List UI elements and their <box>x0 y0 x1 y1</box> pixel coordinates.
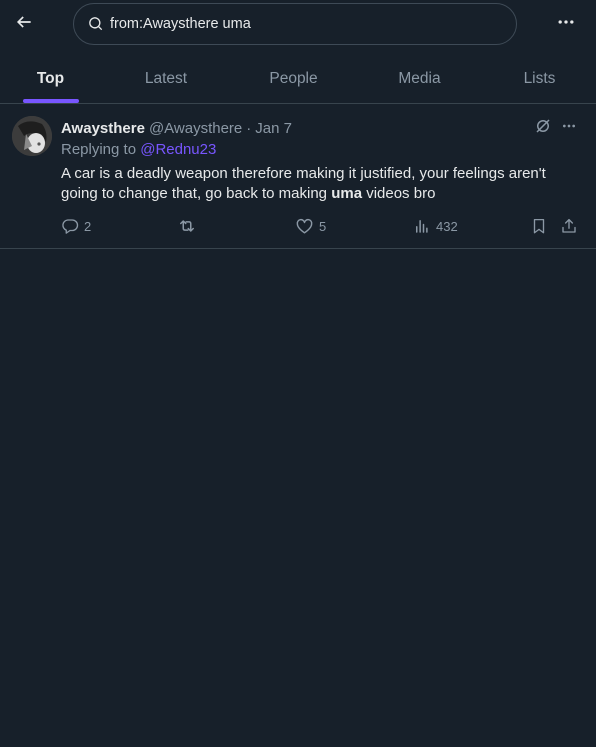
tweet-header: Awaysthere @Awaysthere · Jan 7 <box>61 118 292 138</box>
bookmark-icon <box>530 217 548 235</box>
more-horizontal-icon <box>556 12 576 37</box>
tweet-date[interactable]: Jan 7 <box>255 120 292 137</box>
tab-label: Latest <box>144 70 188 87</box>
tab-label: People <box>269 70 318 87</box>
share-icon <box>560 217 578 235</box>
tab-label: Media <box>398 70 441 87</box>
tab-media[interactable]: Media <box>356 55 483 103</box>
tab-label: Lists <box>523 70 556 87</box>
more-options-button[interactable] <box>550 8 582 40</box>
like-count: 5 <box>319 218 327 234</box>
tab-people[interactable]: People <box>231 55 356 103</box>
bookmark-button[interactable] <box>530 215 548 237</box>
reply-button[interactable]: 2 <box>61 215 91 237</box>
reply-icon <box>61 217 79 235</box>
separator: · <box>246 119 252 137</box>
user-handle[interactable]: @Awaysthere <box>149 120 242 137</box>
retweet-icon <box>177 216 197 236</box>
tweet-text: A car is a deadly weapon therefore makin… <box>61 164 581 204</box>
grok-button[interactable] <box>533 118 553 138</box>
grok-icon <box>534 117 552 140</box>
views-count: 432 <box>436 218 458 234</box>
arrow-left-icon <box>14 12 34 37</box>
tweet-more-button[interactable] <box>558 118 580 138</box>
like-button[interactable]: 5 <box>295 215 326 237</box>
tweet-actions: 2 5 432 <box>61 215 585 237</box>
tab-latest[interactable]: Latest <box>101 55 231 103</box>
heart-icon <box>295 217 314 236</box>
search-input[interactable] <box>110 16 490 32</box>
display-name[interactable]: Awaysthere <box>61 120 145 137</box>
tab-label: Top <box>36 70 65 87</box>
share-button[interactable] <box>560 215 578 237</box>
more-horizontal-icon <box>561 118 577 139</box>
tab-top[interactable]: Top <box>0 55 101 103</box>
tab-lists[interactable]: Lists <box>483 55 596 103</box>
replying-prefix: Replying to <box>61 141 137 158</box>
views-chart-icon <box>413 217 431 235</box>
search-term-highlight: uma <box>331 185 363 202</box>
avatar[interactable] <box>12 116 52 156</box>
search-bar[interactable] <box>73 3 517 45</box>
retweet-button[interactable] <box>177 215 202 237</box>
reply-count: 2 <box>84 218 92 234</box>
views-button[interactable]: 432 <box>413 215 458 237</box>
tweet-text-end: videos bro <box>362 185 436 202</box>
active-tab-indicator <box>22 99 79 103</box>
search-tabs: Top Latest People Media Lists <box>0 55 596 104</box>
top-bar <box>0 0 596 50</box>
mention-link[interactable]: @Rednu23 <box>140 141 216 158</box>
replying-to-line: Replying to @Rednu23 <box>61 141 216 158</box>
search-icon <box>88 16 104 32</box>
tweet-text-start: A car is a deadly weapon therefore makin… <box>61 165 546 202</box>
back-button[interactable] <box>8 8 40 40</box>
